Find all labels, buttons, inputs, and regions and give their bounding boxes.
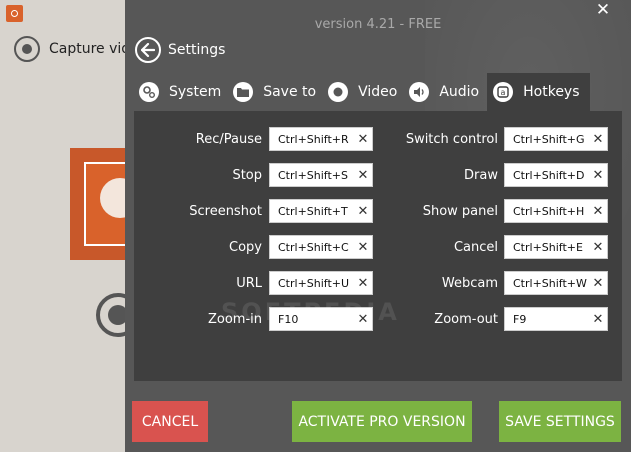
- hotkey-value: Ctrl+Shift+U: [278, 276, 350, 290]
- folder-icon: [233, 82, 254, 102]
- tab-system[interactable]: System: [135, 73, 225, 111]
- hotkey-field-switch-control[interactable]: Ctrl+Shift+G ✕: [504, 127, 608, 151]
- settings-panel: version 4.21 - FREE ✕ Settings System Sa…: [125, 0, 631, 452]
- tab-save-to-label: Save to: [263, 84, 317, 100]
- hotkey-label: Copy: [229, 239, 262, 255]
- background-app-window: Capture vide: [0, 0, 140, 452]
- hotkey-label: Cancel: [453, 239, 498, 255]
- hotkey-field-copy[interactable]: Ctrl+Shift+C ✕: [269, 235, 373, 259]
- clear-icon[interactable]: ✕: [354, 240, 372, 255]
- hotkey-row-rec-pause: Rec/Pause: [134, 126, 262, 152]
- hotkey-label: Draw: [464, 167, 498, 183]
- gears-icon: [139, 82, 159, 102]
- hotkey-row-cancel: Cancel: [374, 234, 498, 260]
- tab-audio-label: Audio: [439, 84, 480, 100]
- keyboard-key-icon: a: [493, 82, 514, 102]
- tab-audio[interactable]: Audio: [405, 73, 483, 111]
- clear-icon[interactable]: ✕: [589, 312, 607, 327]
- clear-icon[interactable]: ✕: [354, 276, 372, 291]
- page-title: Settings: [168, 42, 226, 58]
- tab-hotkeys[interactable]: a Hotkeys: [487, 73, 590, 111]
- back-button[interactable]: [135, 37, 161, 63]
- svg-text:a: a: [501, 88, 506, 97]
- hotkey-label: Switch control: [405, 131, 498, 147]
- close-button[interactable]: ✕: [593, 1, 613, 21]
- hotkey-row-stop: Stop: [134, 162, 262, 188]
- record-radio-icon: [14, 36, 40, 62]
- record-icon: [328, 82, 349, 102]
- clear-icon[interactable]: ✕: [589, 132, 607, 147]
- hotkey-row-draw: Draw: [374, 162, 498, 188]
- hotkey-value: Ctrl+Shift+S: [278, 168, 348, 182]
- save-settings-button[interactable]: SAVE SETTINGS: [499, 401, 621, 442]
- hotkey-value: Ctrl+Shift+D: [513, 168, 585, 182]
- hotkey-label: Webcam: [441, 275, 498, 291]
- hotkey-row-copy: Copy: [134, 234, 262, 260]
- arrow-left-icon: [141, 43, 155, 57]
- hotkey-label: Rec/Pause: [195, 131, 262, 147]
- hotkey-field-draw[interactable]: Ctrl+Shift+D ✕: [504, 163, 608, 187]
- hotkey-row-screenshot: Screenshot: [134, 198, 262, 224]
- hotkey-label: Screenshot: [189, 203, 262, 219]
- tab-video-label: Video: [358, 84, 398, 100]
- tab-save-to[interactable]: Save to: [229, 73, 320, 111]
- softpedia-watermark: SOFTPEDIA: [221, 298, 400, 326]
- hotkey-row-webcam: Webcam: [374, 270, 498, 296]
- hotkey-field-rec-pause[interactable]: Ctrl+Shift+R ✕: [269, 127, 373, 151]
- activate-pro-button[interactable]: ACTIVATE PRO VERSION: [292, 401, 472, 442]
- tab-system-label: System: [169, 84, 222, 100]
- version-label: version 4.21 - FREE: [314, 17, 442, 32]
- cancel-button[interactable]: CANCEL: [132, 401, 208, 442]
- hotkey-value: Ctrl+Shift+W: [513, 276, 587, 290]
- hotkey-field-zoom-out[interactable]: F9 ✕: [504, 307, 608, 331]
- hotkey-field-stop[interactable]: Ctrl+Shift+S ✕: [269, 163, 373, 187]
- capture-video-option[interactable]: Capture vide: [14, 36, 139, 62]
- hotkey-field-url[interactable]: Ctrl+Shift+U ✕: [269, 271, 373, 295]
- hotkey-value: Ctrl+Shift+T: [278, 204, 348, 218]
- clear-icon[interactable]: ✕: [589, 240, 607, 255]
- hotkey-field-screenshot[interactable]: Ctrl+Shift+T ✕: [269, 199, 373, 223]
- hotkey-field-show-panel[interactable]: Ctrl+Shift+H ✕: [504, 199, 608, 223]
- hotkey-field-webcam[interactable]: Ctrl+Shift+W ✕: [504, 271, 608, 295]
- screenshot-tile[interactable]: [70, 148, 140, 260]
- hotkey-value: Ctrl+Shift+E: [513, 240, 583, 254]
- hotkey-value: F9: [513, 312, 527, 326]
- hotkey-row-url: URL: [134, 270, 262, 296]
- hotkey-label: Show panel: [422, 203, 498, 219]
- hotkey-label: URL: [236, 275, 262, 291]
- clear-icon[interactable]: ✕: [354, 204, 372, 219]
- hotkey-value: Ctrl+Shift+H: [513, 204, 585, 218]
- hotkeys-content: Rec/Pause Ctrl+Shift+R ✕ Stop Ctrl+Shift…: [134, 111, 622, 381]
- clear-icon[interactable]: ✕: [589, 204, 607, 219]
- hotkey-value: Ctrl+Shift+G: [513, 132, 585, 146]
- hotkey-value: Ctrl+Shift+R: [278, 132, 349, 146]
- speaker-icon: [409, 82, 430, 102]
- footer-bar: CANCEL ACTIVATE PRO VERSION SAVE SETTING…: [125, 381, 631, 452]
- hotkey-label: Stop: [232, 167, 262, 183]
- hotkey-field-cancel[interactable]: Ctrl+Shift+E ✕: [504, 235, 608, 259]
- settings-tabs: System Save to Video Audio a Hotkeys: [135, 73, 594, 111]
- clear-icon[interactable]: ✕: [354, 132, 372, 147]
- clear-icon[interactable]: ✕: [589, 276, 607, 291]
- hotkey-value: Ctrl+Shift+C: [278, 240, 349, 254]
- tab-hotkeys-label: Hotkeys: [523, 84, 580, 100]
- tab-video[interactable]: Video: [324, 73, 401, 111]
- hotkey-row-show-panel: Show panel: [374, 198, 498, 224]
- clear-icon[interactable]: ✕: [589, 168, 607, 183]
- app-logo-icon: [6, 5, 23, 22]
- hotkey-row-switch-control: Switch control: [374, 126, 498, 152]
- clear-icon[interactable]: ✕: [354, 168, 372, 183]
